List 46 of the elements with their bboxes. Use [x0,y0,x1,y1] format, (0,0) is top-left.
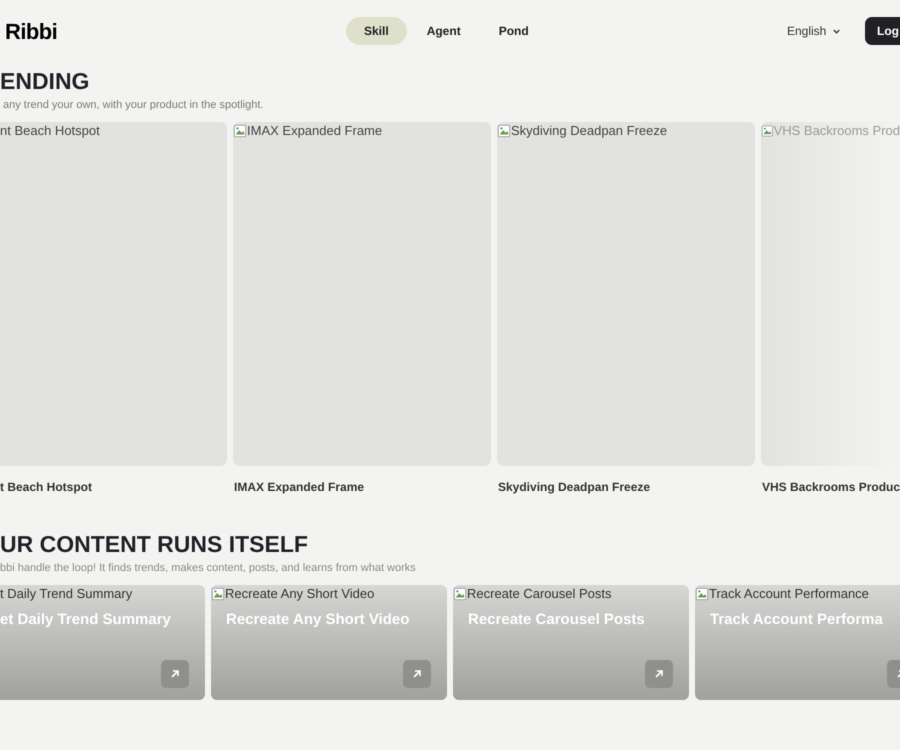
feature-card[interactable]: Recreate Any Short Video Recreate Any Short Video [211,585,447,700]
feature-card[interactable]: Recreate Carousel Posts Recreate Carousel Posts [453,585,689,700]
logo[interactable]: Ribbi [5,14,58,48]
arrow-up-right-icon [653,668,665,680]
login-button[interactable]: Log [865,17,900,45]
video-thumbnail[interactable]: nt Beach Hotspot [0,122,227,466]
broken-image-icon [211,587,225,601]
arrow-up-right-icon [169,668,181,680]
image-alt-text: Track Account Performance [695,585,900,603]
nav-tab[interactable]: Pond [480,17,547,45]
open-button[interactable] [645,660,673,688]
broken-image-icon [453,587,467,601]
image-alt-text: IMAX Expanded Frame [233,122,491,140]
card-title: Recreate Carousel Posts [467,610,646,630]
open-button[interactable] [403,660,431,688]
image-alt-text: Recreate Any Short Video [211,585,447,603]
video-thumbnail[interactable]: Skydiving Deadpan Freeze [497,122,755,466]
nav-tab[interactable]: Skill [346,17,407,45]
video-thumbnail[interactable]: IMAX Expanded Frame [233,122,491,466]
card-title: Recreate Any Short Video [225,610,410,630]
arrow-up-right-icon [411,668,423,680]
card-title: IMAX Expanded Frame [233,479,366,496]
broken-image-icon [497,124,511,138]
section-subtitle: any trend your own, with your product in the spotlight. [3,98,264,112]
section-heading: ENDING [0,67,90,96]
feature-card[interactable]: Track Account Performance Track Account Performa [695,585,900,700]
card-title: t Beach Hotspot [0,479,94,496]
open-button[interactable] [161,660,189,688]
image-alt-text: nt Beach Hotspot [0,122,101,140]
nav-tab[interactable]: Agent [408,17,479,45]
card-title: Track Account Performa [709,610,884,630]
image-alt-text: VHS Backrooms Prod [761,122,900,140]
card-title: VHS Backrooms Produc [761,479,900,496]
card-title: Skydiving Deadpan Freeze [497,479,652,496]
card-title: et Daily Trend Summary [0,610,172,630]
broken-image-icon [761,124,774,138]
section-heading: UR CONTENT RUNS ITSELF [0,530,309,559]
image-alt-text: Recreate Carousel Posts [453,585,689,603]
image-alt-text: t Daily Trend Summary [0,585,134,603]
broken-image-icon [233,124,247,138]
language-selector[interactable]: English [787,22,842,40]
chevron-down-icon [832,26,842,36]
broken-image-icon [695,587,709,601]
section-subtitle: bbi handle the loop! It finds trends, makes content, posts, and learns from what works [0,561,417,575]
image-alt-text: Skydiving Deadpan Freeze [497,122,755,140]
feature-card[interactable]: t Daily Trend Summary et Daily Trend Summary [0,585,205,700]
